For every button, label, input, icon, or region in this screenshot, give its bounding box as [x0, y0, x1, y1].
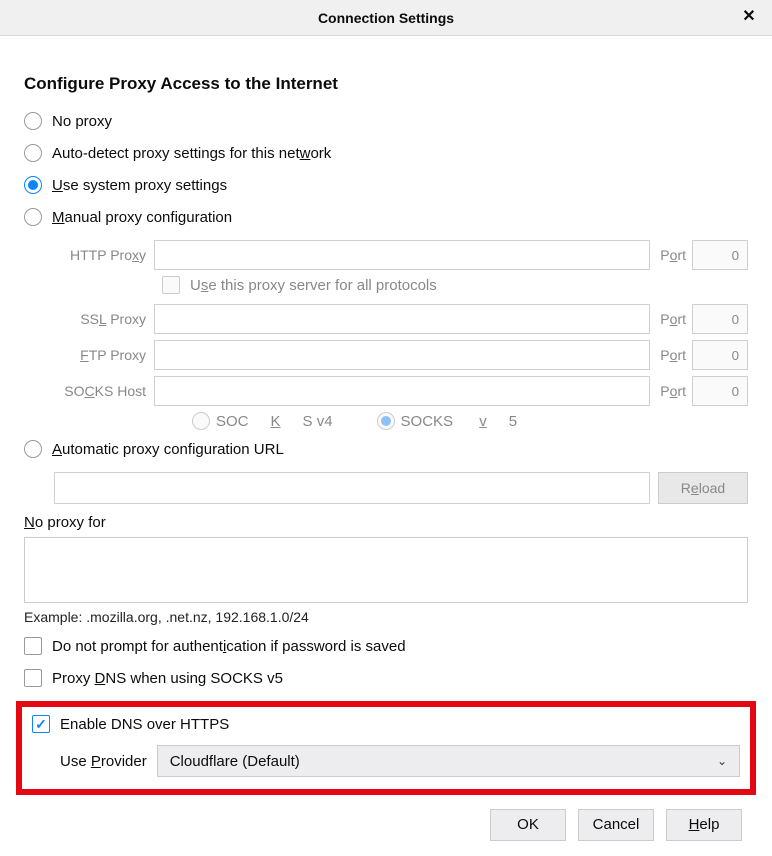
check-proxy-dns-socks5[interactable]: Proxy DNS when using SOCKS v5	[24, 669, 748, 687]
radio-pac[interactable]: Automatic proxy configuration URL	[24, 440, 748, 458]
radio-icon[interactable]	[24, 144, 42, 162]
checkbox-icon[interactable]	[162, 276, 180, 294]
port-label: Port	[660, 247, 686, 263]
http-proxy-label: HTTP Proxy	[54, 247, 154, 263]
provider-label: Use Provider	[60, 753, 147, 770]
radio-socks4[interactable]	[192, 412, 210, 430]
radio-manual[interactable]: Manual proxy configuration	[24, 208, 748, 226]
pac-url-row: Reload	[54, 472, 748, 504]
ftp-proxy-row: FTP Proxy Port	[54, 340, 748, 370]
check-no-auth-prompt[interactable]: Do not prompt for authentication if pass…	[24, 637, 748, 655]
checkbox-icon[interactable]	[32, 715, 50, 733]
ssl-proxy-row: SSL Proxy Port	[54, 304, 748, 334]
no-proxy-for-input[interactable]	[24, 537, 748, 603]
http-proxy-row: HTTP Proxy Port	[54, 240, 748, 270]
ssl-proxy-input[interactable]	[154, 304, 650, 334]
section-heading: Configure Proxy Access to the Internet	[24, 74, 748, 94]
socks-host-row: SOCKS Host Port	[54, 376, 748, 406]
socks-host-label: SOCKS Host	[54, 383, 154, 399]
http-port-input[interactable]	[692, 240, 748, 270]
radio-icon[interactable]	[24, 176, 42, 194]
radio-icon[interactable]	[24, 208, 42, 226]
checkbox-icon[interactable]	[24, 637, 42, 655]
radio-icon[interactable]	[24, 440, 42, 458]
titlebar: Connection Settings ✕	[0, 0, 772, 36]
provider-value: Cloudflare (Default)	[170, 753, 300, 770]
no-proxy-example: Example: .mozilla.org, .net.nz, 192.168.…	[24, 609, 748, 625]
ftp-port-input[interactable]	[692, 340, 748, 370]
radio-no-proxy[interactable]: No proxy	[24, 112, 748, 130]
socks-port-input[interactable]	[692, 376, 748, 406]
radio-icon[interactable]	[24, 112, 42, 130]
socks-host-input[interactable]	[154, 376, 650, 406]
use-for-all-row[interactable]: Use this proxy server for all protocols	[162, 276, 748, 294]
window-title: Connection Settings	[318, 10, 454, 26]
cancel-button[interactable]: Cancel	[578, 809, 654, 841]
http-proxy-input[interactable]	[154, 240, 650, 270]
radio-auto-detect[interactable]: Auto-detect proxy settings for this netw…	[24, 144, 748, 162]
ftp-proxy-input[interactable]	[154, 340, 650, 370]
port-label: Port	[660, 347, 686, 363]
pac-url-input[interactable]	[54, 472, 650, 504]
radio-socks5[interactable]	[377, 412, 395, 430]
close-icon[interactable]: ✕	[740, 8, 758, 26]
radio-use-system[interactable]: Use system proxy settings	[24, 176, 748, 194]
ftp-proxy-label: FTP Proxy	[54, 347, 154, 363]
help-button[interactable]: Help	[666, 809, 742, 841]
manual-proxy-grid: HTTP Proxy Port Use this proxy server fo…	[54, 240, 748, 430]
port-label: Port	[660, 311, 686, 327]
button-bar: OK Cancel Help	[24, 809, 748, 841]
chevron-down-icon: ⌄	[717, 754, 727, 768]
provider-row: Use Provider Cloudflare (Default) ⌄	[60, 745, 740, 777]
provider-select[interactable]: Cloudflare (Default) ⌄	[157, 745, 740, 777]
ssl-proxy-label: SSL Proxy	[54, 311, 154, 327]
reload-button[interactable]: Reload	[658, 472, 748, 504]
dns-over-https-section: Enable DNS over HTTPS Use Provider Cloud…	[16, 701, 756, 795]
ok-button[interactable]: OK	[490, 809, 566, 841]
port-label: Port	[660, 383, 686, 399]
no-proxy-for-label: No proxy for	[24, 514, 748, 531]
ssl-port-input[interactable]	[692, 304, 748, 334]
checkbox-icon[interactable]	[24, 669, 42, 687]
content-area: Configure Proxy Access to the Internet N…	[0, 36, 772, 856]
check-enable-doh[interactable]: Enable DNS over HTTPS	[32, 715, 740, 733]
socks-version-row: SOCKS v4 SOCKS v5	[192, 412, 748, 430]
